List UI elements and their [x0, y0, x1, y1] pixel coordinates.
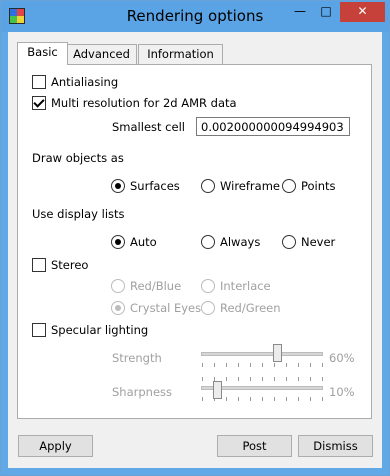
tab-basic[interactable]: Basic — [17, 42, 68, 65]
title-bar[interactable]: Rendering options — □ ✕ — [1, 1, 389, 32]
radio-interlace-label: Interlace — [220, 279, 271, 293]
strength-slider-thumb[interactable] — [273, 344, 282, 362]
radio-red-blue[interactable] — [111, 279, 125, 293]
radio-red-green[interactable] — [201, 301, 215, 315]
maximize-button[interactable]: □ — [313, 2, 339, 22]
radio-auto[interactable] — [111, 235, 125, 249]
strength-label: Strength — [112, 351, 162, 365]
minimize-button[interactable]: — — [287, 2, 313, 22]
specular-checkbox[interactable] — [32, 323, 46, 337]
strength-slider[interactable] — [201, 341, 325, 371]
dialog-body: Basic Advanced Information Antialiasing … — [8, 32, 382, 468]
radio-points-label: Points — [301, 179, 336, 193]
smallest-cell-label: Smallest cell — [112, 120, 185, 134]
radio-surfaces-label: Surfaces — [130, 179, 180, 193]
antialiasing-checkbox[interactable] — [32, 75, 46, 89]
multires-label: Multi resolution for 2d AMR data — [51, 96, 237, 110]
radio-interlace[interactable] — [201, 279, 215, 293]
radio-red-green-label: Red/Green — [220, 301, 281, 315]
close-button[interactable]: ✕ — [340, 2, 385, 22]
sharpness-label: Sharpness — [112, 385, 173, 399]
radio-never-label: Never — [301, 235, 336, 249]
radio-crystal-eyes-label: Crystal Eyes — [130, 301, 202, 315]
sharpness-value: 10% — [329, 385, 355, 399]
draw-objects-label: Draw objects as — [32, 151, 124, 165]
radio-always-label: Always — [220, 235, 261, 249]
radio-points[interactable] — [282, 179, 296, 193]
tab-advanced[interactable]: Advanced — [66, 44, 137, 64]
radio-wireframe[interactable] — [201, 179, 215, 193]
strength-value: 60% — [329, 351, 355, 365]
basic-tab-panel: Antialiasing Multi resolution for 2d AMR… — [17, 64, 372, 419]
sharpness-slider-thumb[interactable] — [213, 381, 222, 399]
stereo-checkbox[interactable] — [32, 258, 46, 272]
multires-checkbox[interactable] — [32, 96, 46, 110]
radio-always[interactable] — [201, 235, 215, 249]
radio-wireframe-label: Wireframe — [220, 179, 280, 193]
radio-surfaces[interactable] — [111, 179, 125, 193]
specular-label: Specular lighting — [51, 323, 149, 337]
post-button[interactable]: Post — [217, 435, 292, 457]
sharpness-slider[interactable] — [201, 375, 325, 405]
smallest-cell-input[interactable]: 0.002000000094994903 — [196, 117, 350, 136]
display-lists-label: Use display lists — [32, 207, 125, 221]
radio-never[interactable] — [282, 235, 296, 249]
radio-red-blue-label: Red/Blue — [130, 279, 182, 293]
antialiasing-label: Antialiasing — [51, 75, 119, 89]
radio-auto-label: Auto — [130, 235, 157, 249]
dismiss-button[interactable]: Dismiss — [298, 435, 373, 457]
stereo-label: Stereo — [51, 258, 89, 272]
tab-information[interactable]: Information — [138, 44, 223, 64]
radio-crystal-eyes[interactable] — [111, 301, 125, 315]
apply-button[interactable]: Apply — [18, 435, 93, 457]
rendering-options-window: Rendering options — □ ✕ Basic Advanced I… — [0, 0, 390, 476]
